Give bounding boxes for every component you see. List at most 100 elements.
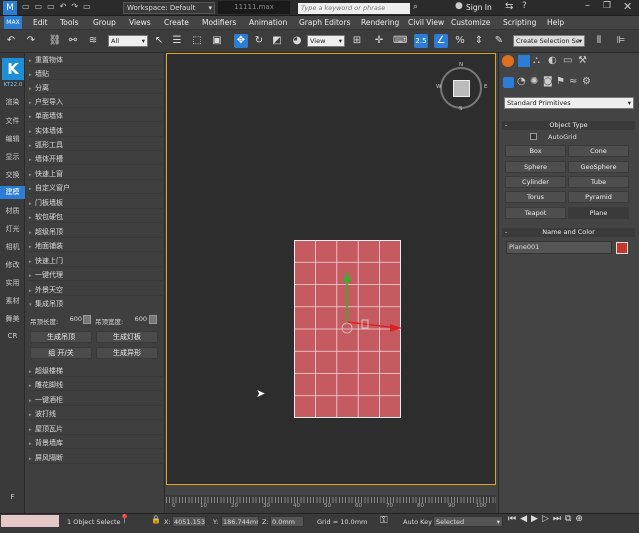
link-icon[interactable]: ⛓ [48,34,62,48]
geometry-icon[interactable] [503,77,514,88]
spacewarps-icon[interactable]: ≈ [569,76,577,87]
mirror-icon[interactable]: ⫴ [592,34,606,48]
shapes-icon[interactable]: ◔ [517,76,526,87]
search-icon[interactable]: ⌕ [413,2,418,12]
generate-lightboard-button[interactable]: 生成灯板 [96,331,158,343]
select-move-icon[interactable]: ✥ [234,34,248,48]
plugin-item[interactable]: ▸ 背景墙库 [29,438,162,449]
select-scale-icon[interactable]: ◩ [270,34,284,48]
lights-icon[interactable]: ✺ [530,76,538,87]
cameras-icon[interactable]: ◙ [543,76,553,87]
plugin-item[interactable]: ▸ 实体墙体 [29,126,162,137]
menu-graph-editors[interactable]: Graph Editors [299,18,351,27]
plugin-item[interactable]: ▸ 超级楼梯 [29,366,162,377]
tab-edit[interactable]: 编辑 [0,134,25,144]
helpers-icon[interactable]: ⚑ [556,76,565,87]
plugin-item[interactable]: ▸ 弧形工具 [29,140,162,151]
group-toggle-button[interactable]: 组 开/关 [30,347,92,359]
ceiling-width-input[interactable]: 600 [131,315,147,324]
tab-f[interactable]: F [0,493,25,501]
plugin-item[interactable]: ▸ 快速上窗 [29,169,162,180]
ceiling-length-spinner-icon[interactable] [83,315,91,324]
plugin-item[interactable]: ▸ 超级吊顶 [29,227,162,238]
plugin-item[interactable]: ▸ 屏风隔断 [29,453,162,464]
y-coordinate-field[interactable]: 186.744mr [221,516,259,527]
plugin-item[interactable]: ▸ 墙贴 [29,69,162,80]
undo-icon[interactable]: ↶ [4,34,18,48]
max-logo-icon[interactable]: M [3,1,17,15]
plugin-item[interactable]: ▸ 雕花脚线 [29,380,162,391]
rectangular-selection-icon[interactable]: ⬚ [190,34,204,48]
menu-tools[interactable]: Tools [60,18,78,27]
menu-scripting[interactable]: Scripting [503,18,536,27]
name-color-rollout[interactable]: Name and Color [502,228,635,237]
plugin-item[interactable]: ▸ 快速上门 [29,256,162,267]
tube-button[interactable]: Tube [568,176,629,188]
workspace-dropdown[interactable]: Workspace: Default ▾ [123,2,215,14]
select-place-icon[interactable]: ◕ [290,34,304,48]
tab-display[interactable]: 显示 [0,152,25,162]
geosphere-button[interactable]: GeoSphere [568,161,629,173]
plugin-item[interactable]: ▸ 户型导入 [29,97,162,108]
selection-filter-dropdown[interactable]: All [108,35,148,47]
select-manipulate-icon[interactable]: ✛ [372,34,386,48]
tab-camera[interactable]: 相机 [0,242,25,252]
named-selection-dropdown[interactable]: Create Selection Se [513,35,585,47]
menu-civil-view[interactable]: Civil View [408,18,444,27]
teapot-button[interactable]: Teapot [505,207,566,219]
viewcube-face[interactable] [453,80,470,97]
menu-rendering[interactable]: Rendering [361,18,399,27]
cylinder-button[interactable]: Cylinder [505,176,566,188]
viewcube[interactable] [440,67,482,109]
unlink-icon[interactable]: ⚯ [66,34,80,48]
playback-controls[interactable]: ⏮◀▶▷⏭⧉⊕ [508,514,638,528]
plugin-item[interactable]: ▸ 重置物体 [29,55,162,66]
plane-button[interactable]: Plane [568,207,629,219]
select-object-icon[interactable]: ↖ [152,34,166,48]
auto-key-button[interactable]: Auto Key [403,518,432,526]
select-rotate-icon[interactable]: ↻ [252,34,266,48]
sign-in-link[interactable]: Sign In [466,3,492,12]
menu-create[interactable]: Create [164,18,189,27]
create-tab-icon[interactable] [502,55,514,67]
systems-icon[interactable]: ⚙ [582,76,591,87]
tab-material[interactable]: 材质 [0,206,25,216]
primitive-category-dropdown[interactable]: Standard Primitives [504,97,634,109]
close-icon[interactable]: ✕ [623,0,632,13]
quick-access-icons[interactable]: ▭▭▭↶↷▭ [22,2,122,14]
plugin-item[interactable]: ▸ 波打线 [29,409,162,420]
keyboard-shortcut-icon[interactable]: ⌨ [393,34,407,48]
menu-animation[interactable]: Animation [249,18,287,27]
object-name-input[interactable]: Plane001 [506,241,612,254]
hierarchy-tab-icon[interactable]: ⛬ [533,55,540,66]
plugin-item[interactable]: ▸ 软包硬包 [29,212,162,223]
menu-modifiers[interactable]: Modifiers [202,18,236,27]
percent-snap-icon[interactable]: % [453,34,467,48]
bind-space-warp-icon[interactable]: ≋ [86,34,100,48]
plugin-item[interactable]: ▸ 一键代理 [29,270,162,281]
tab-cr[interactable]: CR [0,332,25,340]
plugin-item[interactable]: ▸ 门板墙板 [29,198,162,209]
angle-snap-icon[interactable]: ∠ [434,34,448,48]
tab-render[interactable]: 渲染 [0,97,25,107]
minimize-icon[interactable]: – [585,0,590,11]
pivot-center-icon[interactable]: ⊞ [350,34,364,48]
tab-light[interactable]: 灯光 [0,224,25,234]
x-coordinate-field[interactable]: 4051.153n [172,516,206,527]
box-button[interactable]: Box [505,145,566,157]
motion-tab-icon[interactable]: ◐ [548,55,557,66]
tab-stage[interactable]: 舞美 [0,314,25,324]
menu-views[interactable]: Views [129,18,151,27]
restore-icon[interactable]: ❐ [603,1,611,11]
display-tab-icon[interactable]: ▭ [563,55,572,66]
search-input[interactable]: Type a keyword or phrase [298,3,410,14]
pin-icon[interactable]: 📍 [119,515,130,525]
generate-irregular-button[interactable]: 生成异形 [96,347,158,359]
track-bar[interactable] [166,495,496,513]
snap-toggle-icon[interactable]: 2.5 [414,34,428,48]
key-filter-dropdown[interactable]: Selected ▾ [433,516,503,527]
menu-edit[interactable]: Edit [33,18,48,27]
menu-customize[interactable]: Customize [451,18,490,27]
key-icon[interactable]: ⚿ [380,515,388,526]
z-coordinate-field[interactable]: 0.0mm [270,516,304,527]
